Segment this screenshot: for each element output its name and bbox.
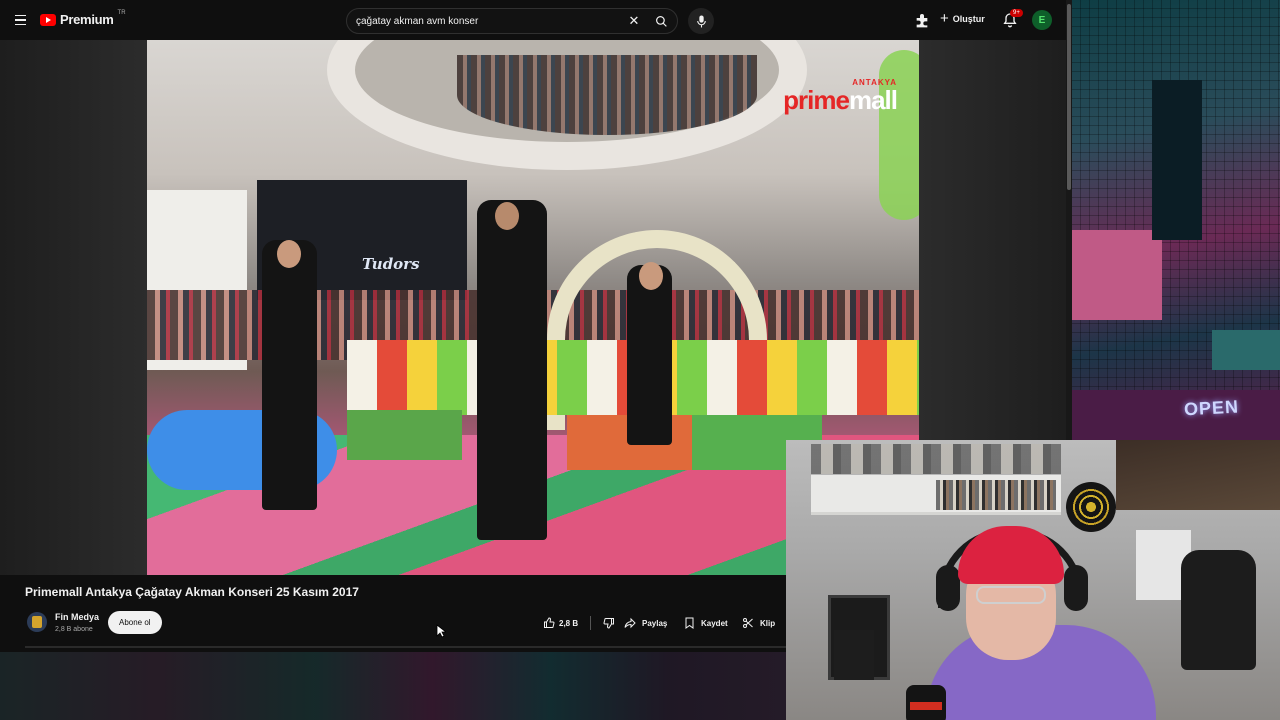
thumbs-up-icon bbox=[544, 617, 555, 628]
thumbs-down-icon bbox=[603, 618, 615, 629]
youtube-play-icon bbox=[40, 13, 56, 26]
share-label: Paylaş bbox=[642, 618, 668, 628]
channel-name[interactable]: Fin Medya bbox=[55, 612, 99, 622]
streamer-webcam bbox=[786, 440, 1280, 720]
top-bar: Premium TR ✕ + Oluştur 9+ E bbox=[0, 0, 1072, 40]
watermark-brand: primemall bbox=[783, 85, 898, 115]
microphone-icon bbox=[696, 15, 706, 27]
person-head bbox=[639, 262, 663, 290]
extension-puzzle-icon[interactable] bbox=[914, 12, 930, 28]
headphone-ear bbox=[936, 565, 960, 611]
scissors-icon bbox=[743, 618, 753, 628]
foam-block bbox=[347, 410, 462, 460]
pixel-block bbox=[1212, 330, 1280, 370]
like-divider bbox=[590, 616, 592, 630]
pixel-block bbox=[1152, 80, 1202, 240]
create-button[interactable]: + Oluştur bbox=[940, 11, 985, 26]
like-count: 2,8 B bbox=[559, 618, 579, 628]
shelf-items bbox=[811, 444, 1061, 474]
neon-open-sign: OPEN bbox=[1183, 396, 1240, 420]
share-arrow-icon bbox=[624, 617, 636, 629]
performer-head bbox=[495, 202, 519, 230]
dartboard bbox=[1066, 482, 1116, 532]
person-figure bbox=[262, 240, 317, 510]
person-head bbox=[277, 240, 301, 268]
create-label: Oluştur bbox=[952, 13, 985, 24]
microphone-band bbox=[910, 702, 942, 710]
wooden-ceiling bbox=[1116, 440, 1280, 510]
clip-label: Klip bbox=[760, 618, 776, 628]
voice-search-button[interactable] bbox=[688, 8, 714, 34]
youtube-premium-logo[interactable]: Premium TR bbox=[40, 9, 126, 27]
below-content-blur bbox=[0, 652, 786, 720]
like-button[interactable]: 2,8 B bbox=[537, 612, 584, 634]
books bbox=[936, 480, 1056, 510]
person-figure bbox=[627, 265, 672, 445]
pixel-block bbox=[1072, 390, 1280, 440]
account-avatar[interactable]: E bbox=[1032, 10, 1052, 30]
upper-crowd bbox=[457, 55, 757, 135]
store-sign: Tudors bbox=[362, 255, 420, 273]
save-label: Kaydet bbox=[701, 618, 728, 628]
plus-icon: + bbox=[940, 10, 949, 27]
section-divider bbox=[25, 646, 786, 648]
like-dislike-group: 2,8 B bbox=[537, 612, 621, 634]
save-button[interactable]: Kaydet bbox=[680, 612, 732, 634]
search-button[interactable] bbox=[645, 9, 677, 33]
channel-avatar[interactable] bbox=[27, 612, 47, 632]
watermark-prime: prime bbox=[783, 85, 850, 115]
dislike-button[interactable] bbox=[597, 612, 621, 634]
notification-count-badge: 9+ bbox=[1010, 9, 1023, 17]
gaming-chair bbox=[1181, 550, 1256, 670]
pixel-block bbox=[1072, 230, 1162, 320]
clear-search-icon[interactable]: ✕ bbox=[623, 10, 645, 32]
blurred-foreground bbox=[879, 50, 919, 220]
scrollbar-thumb[interactable] bbox=[1067, 4, 1071, 190]
primemall-watermark: ANTAKYA primemall bbox=[783, 78, 898, 115]
hamburger-menu-icon[interactable] bbox=[10, 10, 30, 30]
stream-overlay-pixel-art: OPEN bbox=[1072, 0, 1280, 440]
performer-figure bbox=[477, 200, 547, 540]
poster bbox=[834, 630, 874, 680]
logo-text: Premium bbox=[60, 12, 114, 27]
bookmark-icon bbox=[685, 617, 694, 629]
search-icon bbox=[655, 15, 667, 27]
clip-button[interactable]: Klip bbox=[738, 612, 779, 634]
video-title: Primemall Antakya Çağatay Akman Konseri … bbox=[25, 585, 359, 599]
share-button[interactable]: Paylaş bbox=[620, 612, 671, 634]
subscriber-count: 2,8 B abone bbox=[55, 626, 93, 633]
red-beanie bbox=[958, 526, 1064, 584]
subscribe-button[interactable]: Abone ol bbox=[108, 611, 162, 634]
search-box: ✕ bbox=[346, 8, 678, 34]
watermark-mall: mall bbox=[848, 85, 898, 115]
search-input[interactable] bbox=[347, 15, 623, 27]
headphone-ear bbox=[1064, 565, 1088, 611]
logo-country-code: TR bbox=[117, 9, 126, 16]
mouse-cursor-icon bbox=[436, 624, 446, 638]
header-actions: + Oluştur 9+ E bbox=[902, 0, 1072, 40]
